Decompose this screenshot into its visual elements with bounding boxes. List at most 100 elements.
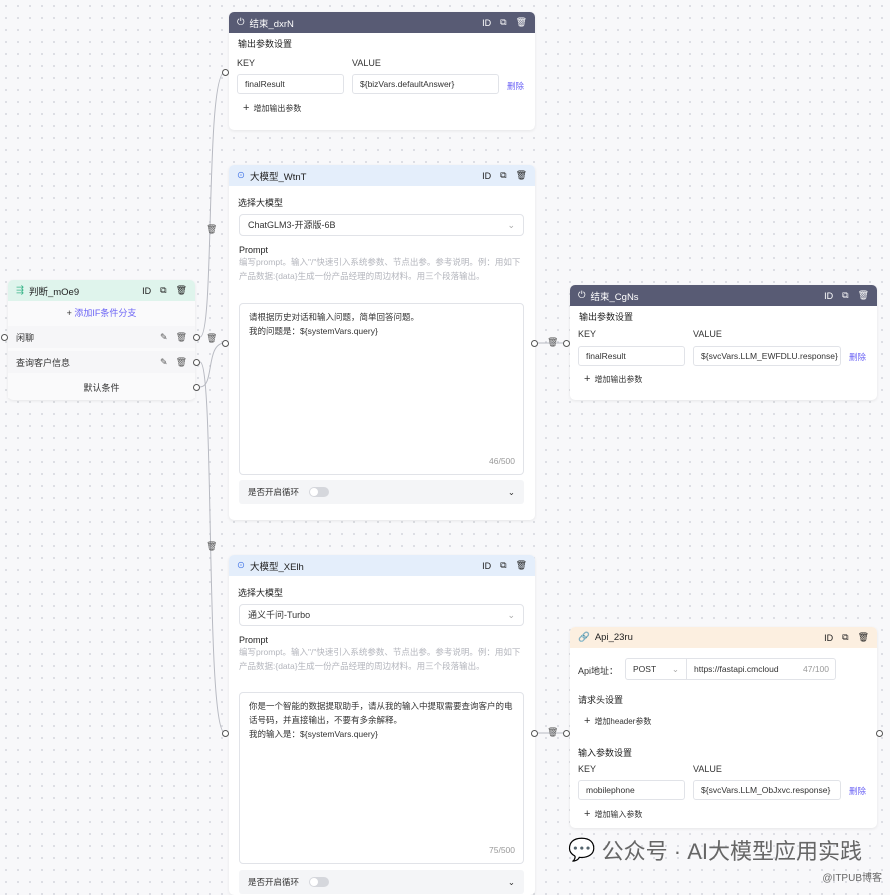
- value-input[interactable]: ${svcVars.LLM_ObJxvc.response}: [693, 780, 841, 800]
- model-select[interactable]: 通义千问-Turbo ⌄: [239, 604, 524, 626]
- prompt-textarea[interactable]: 你是一个智能的数据提取助手，请从我的输入中提取需要查询客户的电话号码，并直接输出…: [239, 692, 524, 864]
- id-button[interactable]: ID: [824, 633, 833, 643]
- prompt-textarea[interactable]: 请根据历史对话和输入问题，简单回答问题。 我的问题是：${systemVars.q…: [239, 303, 524, 475]
- section-title: 输出参数设置: [238, 39, 293, 49]
- add-label: 增加输入参数: [594, 810, 643, 819]
- delete-icon[interactable]: 🗑: [176, 285, 187, 296]
- id-button[interactable]: ID: [142, 286, 151, 296]
- method-select[interactable]: POST ⌄: [625, 658, 687, 680]
- input-port[interactable]: [222, 340, 229, 347]
- end-node-dxrN[interactable]: ⏻ 结束_dxrN ID ⧉ 🗑 输出参数设置 KEY VALUE finalResul…: [229, 12, 535, 130]
- chevron-down-icon[interactable]: ⌄: [508, 487, 515, 498]
- copy-icon[interactable]: ⧉: [842, 290, 848, 301]
- copy-icon[interactable]: ⧉: [160, 285, 166, 296]
- end-node-CgNs[interactable]: ⏻ 结束_CgNs ID ⧉ 🗑 输出参数设置 KEY VALUE finalResul…: [570, 285, 877, 400]
- url-char-count: 47/100: [803, 659, 829, 679]
- output-port[interactable]: [531, 730, 538, 737]
- id-button[interactable]: ID: [482, 171, 491, 181]
- value-label: VALUE: [352, 58, 381, 68]
- add-output-param-button[interactable]: + 增加输出参数: [243, 102, 301, 114]
- api-address-label: Api地址：: [578, 666, 619, 676]
- delete-icon[interactable]: 🗑: [858, 290, 869, 301]
- edge-delete-icon[interactable]: 🗑: [206, 333, 217, 344]
- id-button[interactable]: ID: [482, 18, 491, 28]
- section-title: 输出参数设置: [579, 312, 634, 322]
- api-node-23ru[interactable]: 🔗 Api_23ru ID ⧉ 🗑 Api地址： POST ⌄ https://fasta…: [570, 627, 877, 828]
- add-output-param-button[interactable]: + 增加输出参数: [584, 373, 642, 385]
- output-port[interactable]: [531, 340, 538, 347]
- edit-icon[interactable]: ✎: [160, 357, 168, 368]
- copy-icon[interactable]: ⧉: [500, 170, 506, 181]
- branch-row[interactable]: 查询客户信息 ✎ 🗑: [8, 351, 195, 373]
- condition-node-mOe9[interactable]: ⇶ 判断_mOe9 ID ⧉ 🗑 + 添加IF条件分支 闲聊 ✎ 🗑 查询客户信息 ✎ 🗑 默认…: [8, 280, 195, 400]
- prompt-text: 请根据历史对话和输入问题，简单回答问题。: [249, 312, 420, 322]
- llm-node-XElh[interactable]: ⊙ 大模型_XElh ID ⧉ 🗑 选择大模型 通义千问-Turbo ⌄ Prompt 编…: [229, 555, 535, 895]
- delete-icon[interactable]: 🗑: [858, 632, 869, 643]
- edge-delete-icon[interactable]: 🗑: [206, 541, 217, 552]
- key-input[interactable]: finalResult: [237, 74, 344, 94]
- url-value: https://fastapi.cmcloud: [694, 664, 779, 674]
- add-label: 增加输出参数: [594, 375, 643, 384]
- delete-icon[interactable]: 🗑: [516, 170, 527, 181]
- llm-node-WtnT[interactable]: ⊙ 大模型_WtnT ID ⧉ 🗑 选择大模型 ChatGLM3-开源版-6B ⌄ Pro…: [229, 165, 535, 520]
- model-select[interactable]: ChatGLM3-开源版-6B ⌄: [239, 214, 524, 236]
- add-input-param-button[interactable]: + 增加输入参数: [584, 808, 642, 820]
- watermark-source: @ITPUB博客: [822, 873, 882, 884]
- delete-icon[interactable]: 🗑: [176, 332, 187, 343]
- key-input[interactable]: mobilephone: [578, 780, 685, 800]
- chevron-down-icon[interactable]: ⌄: [508, 877, 515, 888]
- input-section-title: 输入参数设置: [578, 748, 633, 758]
- edit-icon[interactable]: ✎: [160, 332, 168, 343]
- chevron-down-icon: ⌄: [507, 610, 515, 620]
- output-port[interactable]: [193, 334, 200, 341]
- branch-row[interactable]: 闲聊 ✎ 🗑: [8, 326, 195, 348]
- output-port[interactable]: [193, 384, 200, 391]
- id-button[interactable]: ID: [824, 291, 833, 301]
- output-port[interactable]: [193, 359, 200, 366]
- delete-param-link[interactable]: 删除: [849, 351, 866, 363]
- char-count: 75/500: [489, 845, 515, 855]
- value-input[interactable]: ${bizVars.defaultAnswer}: [352, 74, 499, 94]
- id-button[interactable]: ID: [482, 561, 491, 571]
- delete-icon[interactable]: 🗑: [516, 560, 527, 571]
- loop-toggle[interactable]: [309, 877, 330, 887]
- delete-icon[interactable]: 🗑: [516, 17, 527, 28]
- select-model-label: 选择大模型: [238, 588, 284, 598]
- add-if-branch-button[interactable]: + 添加IF条件分支: [8, 301, 195, 324]
- node-title: 结束_dxrN: [249, 18, 294, 30]
- url-input[interactable]: https://fastapi.cmcloud 47/100: [686, 658, 836, 680]
- edge-default-to-llm1: [199, 342, 226, 388]
- delete-icon[interactable]: 🗑: [176, 357, 187, 368]
- loop-row: 是否开启循环 ⌄: [239, 870, 524, 894]
- value-label: VALUE: [693, 764, 722, 774]
- value-input[interactable]: ${svcVars.LLM_EWFDLU.response}: [693, 346, 841, 366]
- input-port[interactable]: [563, 730, 570, 737]
- node-title: Api_23ru: [594, 632, 633, 643]
- value-label: VALUE: [693, 329, 722, 339]
- branch-icon: ⇶: [16, 285, 24, 296]
- copy-icon[interactable]: ⧉: [500, 17, 506, 28]
- node-title: 大模型_XElh: [249, 561, 304, 573]
- edge-delete-icon[interactable]: 🗑: [206, 224, 217, 235]
- watermark: 💬 公众号 · AI大模型应用实践: [568, 834, 862, 866]
- output-port[interactable]: [876, 730, 883, 737]
- add-header-param-button[interactable]: + 增加header参数: [584, 715, 651, 727]
- input-port[interactable]: [563, 340, 570, 347]
- input-port[interactable]: [222, 730, 229, 737]
- copy-icon[interactable]: ⧉: [842, 632, 848, 643]
- edge-delete-icon[interactable]: 🗑: [547, 337, 558, 348]
- power-icon: ⏻: [237, 17, 245, 28]
- add-label: 增加header参数: [594, 717, 652, 726]
- edge-chat-to-end: [199, 71, 226, 338]
- key-input[interactable]: finalResult: [578, 346, 685, 366]
- copy-icon[interactable]: ⧉: [500, 560, 506, 571]
- branch-label: 闲聊: [16, 332, 35, 343]
- delete-param-link[interactable]: 删除: [849, 785, 866, 797]
- loop-toggle[interactable]: [309, 487, 330, 497]
- prompt-text: 我的输入是：${systemVars.query}: [249, 729, 378, 739]
- input-port[interactable]: [222, 69, 229, 76]
- input-port[interactable]: [1, 334, 8, 341]
- select-model-label: 选择大模型: [238, 198, 284, 208]
- edge-delete-icon[interactable]: 🗑: [547, 727, 558, 738]
- delete-param-link[interactable]: 删除: [507, 80, 524, 92]
